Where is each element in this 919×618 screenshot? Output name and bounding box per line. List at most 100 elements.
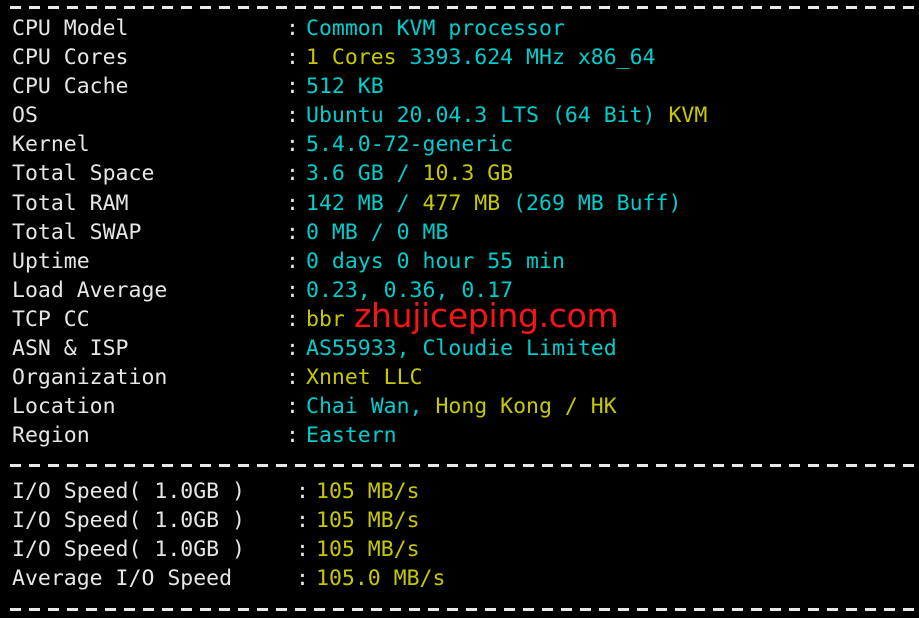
- sysinfo-label: Total SWAP: [12, 219, 142, 245]
- sysinfo-label: Uptime: [12, 248, 90, 274]
- field-separator-colon: :: [286, 219, 299, 245]
- iospeed-row: I/O Speed( 1.0GB ):105 MB/s: [0, 477, 919, 506]
- field-separator-colon: :: [286, 161, 299, 187]
- iospeed-value: 105 MB/s: [316, 479, 420, 504]
- sysinfo-label: CPU Cores: [12, 45, 129, 71]
- watermark-text: zhujiceping.com: [354, 296, 619, 335]
- sysinfo-value-segment: Chai Wan,: [306, 394, 436, 420]
- separator-line-middle: [10, 464, 915, 467]
- field-separator-colon: :: [296, 566, 309, 592]
- field-separator-colon: :: [286, 423, 299, 449]
- sysinfo-label: ASN & ISP: [12, 336, 129, 362]
- sysinfo-value-segment: 142 MB /: [306, 190, 423, 216]
- sysinfo-value-segment: KVM: [668, 103, 708, 129]
- iospeed-value-segment: 105 MB/s: [316, 508, 420, 534]
- iospeed-value: 105 MB/s: [316, 508, 420, 533]
- sysinfo-value-segment: Ubuntu 20.04.3 LTS (64 Bit): [306, 103, 669, 129]
- separator-line-top: [10, 6, 915, 9]
- field-separator-colon: :: [286, 394, 299, 420]
- sysinfo-value-segment: AS55933, Cloudie Limited: [306, 336, 617, 362]
- sysinfo-value: Common KVM processor: [306, 16, 565, 41]
- sysinfo-value-segment: 477 MB: [422, 190, 501, 216]
- sysinfo-label: Kernel: [12, 132, 90, 158]
- sysinfo-label: Total Space: [12, 161, 155, 187]
- sysinfo-value: 0 days 0 hour 55 min: [306, 249, 565, 274]
- sysinfo-value: 142 MB / 477 MB (269 MB Buff): [306, 191, 681, 216]
- sysinfo-value: Chai Wan, Hong Kong / HK: [306, 394, 617, 419]
- sysinfo-value-segment: 3393.624 MHz x86_64: [396, 45, 656, 71]
- sysinfo-label: Location: [12, 394, 116, 420]
- iospeed-value-segment: 105 MB/s: [316, 537, 420, 563]
- field-separator-colon: :: [286, 365, 299, 391]
- sysinfo-value: 512 KB: [306, 74, 384, 99]
- iospeed-label: Average I/O Speed: [12, 566, 233, 592]
- sysinfo-row: Total Space:3.6 GB / 10.3 GB: [0, 159, 919, 188]
- sysinfo-label: CPU Cache: [12, 74, 129, 100]
- sysinfo-value-segment: 3.6 GB /: [306, 161, 423, 187]
- field-separator-colon: :: [296, 479, 309, 504]
- field-separator-colon: :: [286, 336, 299, 362]
- sysinfo-row: Uptime:0 days 0 hour 55 min: [0, 247, 919, 276]
- sysinfo-row: OS: Ubuntu 20.04.3 LTS (64 Bit) KVM: [0, 101, 919, 130]
- sysinfo-label: Region: [12, 423, 90, 449]
- iospeed-value-segment: 105.0 MB/s: [316, 566, 446, 592]
- field-separator-colon: :: [286, 248, 299, 274]
- sysinfo-value-segment: 0 MB / 0 MB: [306, 219, 449, 245]
- sysinfo-value: AS55933, Cloudie Limited: [306, 336, 617, 361]
- field-separator-colon: :: [296, 537, 309, 563]
- sysinfo-row: CPU Cores:1 Cores 3393.624 MHz x86_64: [0, 43, 919, 72]
- sysinfo-value: 3.6 GB / 10.3 GB: [306, 161, 513, 186]
- sysinfo-value-segment: Hong Kong / HK: [435, 394, 617, 420]
- field-separator-colon: :: [286, 132, 299, 158]
- sysinfo-value: 0 MB / 0 MB: [306, 220, 448, 245]
- sysinfo-value-segment: Eastern: [306, 423, 397, 449]
- sysinfo-label: TCP CC: [12, 306, 90, 332]
- sysinfo-label: CPU Model: [12, 16, 129, 41]
- system-info-section: CPU Model: Common KVM processor CPU Cores:…: [0, 14, 919, 450]
- iospeed-row: I/O Speed( 1.0GB ):105 MB/s: [0, 535, 919, 564]
- iospeed-value-segment: 105 MB/s: [316, 479, 420, 504]
- sysinfo-value-segment: Common KVM processor: [306, 16, 565, 41]
- sysinfo-value-segment: bbr: [306, 306, 345, 332]
- sysinfo-value: 1 Cores 3393.624 MHz x86_64: [306, 45, 656, 70]
- iospeed-row: I/O Speed( 1.0GB ):105 MB/s: [0, 506, 919, 535]
- sysinfo-row: Kernel:5.4.0-72-generic: [0, 130, 919, 159]
- sysinfo-value: bbr: [306, 307, 345, 332]
- sysinfo-label: Total RAM: [12, 190, 129, 216]
- sysinfo-row: CPU Model: Common KVM processor: [0, 14, 919, 43]
- iospeed-row: Average I/O Speed:105.0 MB/s: [0, 564, 919, 593]
- separator-line-bottom: [10, 608, 915, 611]
- field-separator-colon: :: [286, 74, 299, 100]
- sysinfo-value: Ubuntu 20.04.3 LTS (64 Bit) KVM: [306, 103, 707, 128]
- sysinfo-value-segment: 5.4.0-72-generic: [306, 132, 514, 158]
- sysinfo-value: Eastern: [306, 423, 397, 448]
- iospeed-label: I/O Speed( 1.0GB ): [12, 508, 245, 534]
- iospeed-label: I/O Speed( 1.0GB ): [12, 537, 245, 563]
- sysinfo-row: Region: Eastern: [0, 421, 919, 450]
- sysinfo-row: Total SWAP:0 MB / 0 MB: [0, 218, 919, 247]
- iospeed-value: 105.0 MB/s: [316, 566, 445, 591]
- iospeed-label: I/O Speed( 1.0GB ): [12, 479, 245, 504]
- field-separator-colon: :: [286, 103, 299, 129]
- sysinfo-label: Load Average: [12, 277, 168, 303]
- iospeed-value: 105 MB/s: [316, 537, 420, 562]
- sysinfo-row: ASN & ISP: AS55933, Cloudie Limited: [0, 334, 919, 363]
- sysinfo-label: OS: [12, 103, 38, 129]
- sysinfo-row: Organization: Xnnet LLC: [0, 363, 919, 392]
- sysinfo-row: CPU Cache:512 KB: [0, 72, 919, 101]
- field-separator-colon: :: [286, 277, 299, 303]
- field-separator-colon: :: [286, 45, 299, 71]
- sysinfo-value-segment: 10.3 GB: [422, 161, 514, 187]
- sysinfo-row: Location: Chai Wan, Hong Kong / HK: [0, 392, 919, 421]
- sysinfo-value-segment: 1 Cores: [306, 45, 397, 71]
- sysinfo-row: Total RAM:142 MB / 477 MB (269 MB Buff): [0, 189, 919, 218]
- terminal-window: CPU Model: Common KVM processor CPU Cores:…: [0, 0, 919, 618]
- sysinfo-value-segment: 512 KB: [306, 74, 384, 100]
- io-speed-section: I/O Speed( 1.0GB ):105 MB/s I/O Speed( 1.…: [0, 477, 919, 593]
- field-separator-colon: :: [286, 306, 299, 332]
- sysinfo-value-segment: 0 days 0 hour 55 min: [306, 248, 565, 274]
- field-separator-colon: :: [286, 16, 299, 41]
- field-separator-colon: :: [296, 508, 309, 534]
- sysinfo-value: 5.4.0-72-generic: [306, 132, 513, 157]
- sysinfo-value-segment: (269 MB Buff): [500, 190, 682, 216]
